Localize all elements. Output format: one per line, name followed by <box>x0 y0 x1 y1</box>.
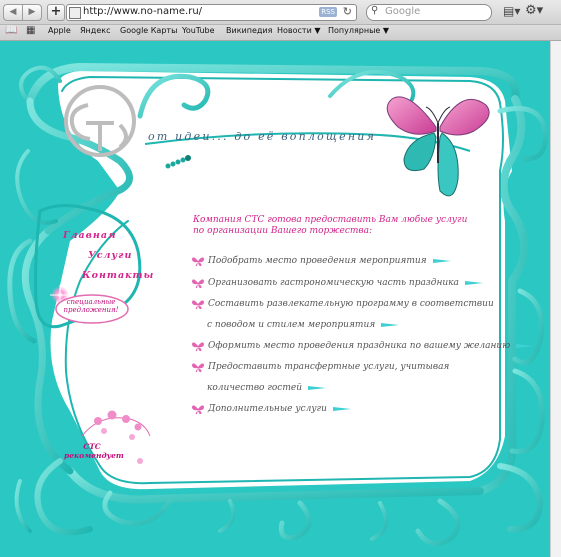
service-item[interactable]: Составить развлекательную программу в со… <box>191 297 494 311</box>
special-offers-line2: предложения! <box>63 306 119 314</box>
service-item[interactable]: Оформить место проведения праздника по в… <box>191 339 535 353</box>
search-icon: ⚲ <box>371 5 379 16</box>
butterfly-bullet-icon <box>192 278 204 288</box>
intro-line2: по организации Вашего торжества: <box>193 226 373 236</box>
bookmark-google-maps[interactable]: Google Карты <box>120 26 177 35</box>
intro-text: Компания СТС готова предоставить Вам люб… <box>193 215 483 237</box>
service-item[interactable]: Организовать гастрономическую часть праз… <box>191 276 483 290</box>
butterfly-bullet-icon <box>192 362 204 372</box>
address-bar[interactable]: http://www.no-name.ru/ RSS ↻ <box>66 4 357 21</box>
butterfly-bullet-icon <box>192 341 204 351</box>
browser-toolbar: ◀ ▶ + http://www.no-name.ru/ RSS ↻ ⚲ Goo… <box>0 0 561 25</box>
url-text[interactable]: http://www.no-name.ru/ <box>83 6 202 17</box>
nav-home-link[interactable]: Главная <box>63 230 117 241</box>
bookmark-apple[interactable]: Apple <box>48 26 71 35</box>
service-item[interactable]: Дополнительные услуги <box>191 402 351 416</box>
grid-icon[interactable]: ▦ <box>26 25 35 36</box>
bookmark-yandex[interactable]: Яндекс <box>80 26 110 35</box>
service-label: количество гостей <box>207 383 303 393</box>
recommends-link[interactable]: СТС рекомендует <box>64 442 124 460</box>
reload-icon[interactable]: ↻ <box>343 5 352 18</box>
bookmark-wikipedia[interactable]: Википедия <box>226 26 272 35</box>
recommends-line2: рекомендует <box>64 451 124 460</box>
butterfly-bullet-icon <box>192 299 204 309</box>
service-item[interactable]: Подобрать место проведения мероприятия <box>191 254 451 268</box>
arrow-icon <box>381 322 400 327</box>
service-label: Подобрать место проведения мероприятия <box>208 256 427 266</box>
bookmark-popular[interactable]: Популярные ▼ <box>328 26 389 35</box>
book-icon[interactable]: 📖 <box>5 25 17 36</box>
butterfly-bullet-icon <box>192 256 204 266</box>
vertical-scrollbar[interactable] <box>550 41 561 557</box>
page-menu-icon[interactable]: ▤▾ <box>503 4 520 18</box>
site-tagline: от идеи... до её воплощения <box>148 130 377 143</box>
arrow-icon <box>464 280 483 285</box>
search-placeholder: Google <box>385 6 421 17</box>
site-icon <box>69 7 81 19</box>
bookmarks-bar: 📖 ▦ Apple Яндекс Google Карты YouTube Ви… <box>0 25 561 41</box>
service-label: Дополнительные услуги <box>208 404 327 414</box>
forward-button[interactable]: ▶ <box>22 4 42 21</box>
arrow-icon <box>332 406 351 411</box>
service-label: Оформить место проведения праздника по в… <box>208 341 511 351</box>
bookmark-youtube[interactable]: YouTube <box>182 26 215 35</box>
search-field[interactable]: ⚲ Google <box>366 4 492 21</box>
service-label: Предоставить трансфертные услуги, учитыв… <box>208 362 450 372</box>
intro-line1: Компания СТС готова предоставить Вам люб… <box>193 215 468 225</box>
arrow-icon <box>308 385 327 390</box>
bookmark-news[interactable]: Новости ▼ <box>277 26 320 35</box>
nav-services-link[interactable]: Услуги <box>88 250 132 261</box>
service-item[interactable]: Предоставить трансфертные услуги, учитыв… <box>191 360 449 374</box>
special-offers-link[interactable]: специальные предложения! <box>58 298 124 314</box>
service-label: Организовать гастрономическую часть праз… <box>208 278 459 288</box>
rss-button[interactable]: RSS <box>319 7 337 17</box>
service-label: Составить развлекательную программу в со… <box>208 299 494 309</box>
service-label: с поводом и стилем мероприятия <box>207 320 376 330</box>
add-bookmark-button[interactable]: + <box>47 4 65 21</box>
nav-contacts-link[interactable]: Контакты <box>82 270 154 281</box>
back-button[interactable]: ◀ <box>3 4 23 21</box>
service-item-continuation[interactable]: количество гостей <box>207 381 327 395</box>
arrow-icon <box>516 343 535 348</box>
service-item-continuation[interactable]: с поводом и стилем мероприятия <box>207 318 400 332</box>
recommends-line1: СТС <box>83 442 101 451</box>
web-page: от идеи... до её воплощения Главная Услу… <box>0 41 561 557</box>
special-offers-line1: специальные <box>66 298 116 306</box>
arrow-icon <box>432 258 451 263</box>
gear-icon[interactable]: ⚙▾ <box>525 3 543 18</box>
butterfly-bullet-icon <box>192 404 204 414</box>
